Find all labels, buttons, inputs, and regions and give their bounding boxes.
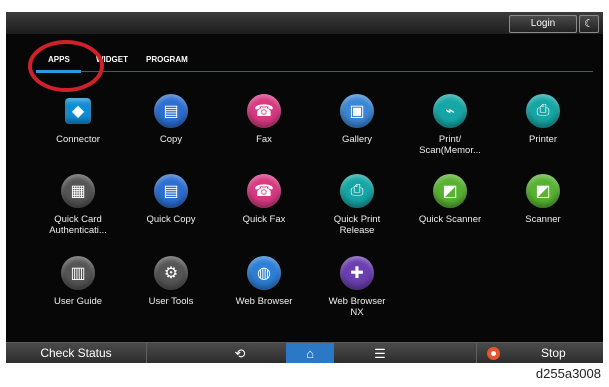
login-button[interactable]: Login	[509, 15, 577, 33]
app-label: Gallery	[341, 134, 373, 145]
app-tile[interactable]: ⌁ Print/ Scan(Memor...	[403, 94, 497, 164]
app-tile[interactable]: ▤ Copy	[124, 94, 218, 164]
app-tile[interactable]: ◆ Connector	[31, 94, 125, 164]
usb-icon: ⌁	[433, 94, 467, 128]
scanner-icon: ◩	[526, 174, 560, 208]
check-status-button[interactable]: Check Status	[6, 343, 147, 363]
app-label: Quick Scanner	[418, 214, 482, 225]
book-icon: ▥	[61, 256, 95, 290]
app-tile[interactable]: ⎙ Quick Print Release	[310, 174, 404, 244]
app-tile[interactable]: ▥ User Guide	[31, 256, 125, 326]
print-release-icon: ⎙	[340, 174, 374, 208]
stop-button[interactable]: Stop	[476, 343, 603, 363]
back-icon[interactable]: ⟲	[216, 343, 264, 363]
app-label: Connector	[56, 134, 100, 145]
highlight-circle	[28, 40, 104, 92]
operation-panel-screen: Login ☾ APPS WIDGET PROGRAM ◆ Connector ▤ C…	[6, 12, 603, 363]
gallery-icon: ▣	[340, 94, 374, 128]
app-tile[interactable]: ◍ Web Browser	[217, 256, 311, 326]
app-tile[interactable]: ▣ Gallery	[310, 94, 404, 164]
card-icon: ▦	[61, 174, 95, 208]
app-label: Print/ Scan(Memor...	[419, 134, 481, 156]
app-label: Fax	[256, 134, 272, 145]
app-label: Quick Print Release	[333, 214, 381, 236]
copy-icon: ▤	[154, 174, 188, 208]
globe-icon: ◍	[247, 256, 281, 290]
app-label: Web Browser	[235, 296, 293, 307]
puzzle-icon: ✚	[340, 256, 374, 290]
menu-icon[interactable]: ☰	[356, 343, 404, 363]
tab-divider	[81, 71, 593, 72]
stop-icon	[487, 347, 500, 360]
fax-icon: ☎	[247, 94, 281, 128]
app-tile[interactable]: ▤ Quick Copy	[124, 174, 218, 244]
copy-icon: ▤	[154, 94, 188, 128]
connector-icon: ◆	[65, 98, 91, 124]
app-label: Quick Fax	[242, 214, 286, 225]
app-label: Printer	[529, 134, 557, 145]
app-label: User Guide	[53, 296, 103, 307]
app-label: Web Browser NX	[328, 296, 386, 318]
app-tile[interactable]: ◩ Quick Scanner	[403, 174, 497, 244]
app-label: Quick Card Authenticati...	[49, 214, 107, 236]
gears-icon: ⚙	[154, 256, 188, 290]
app-label: Scanner	[525, 214, 561, 225]
printer-icon: ⎙	[526, 94, 560, 128]
app-tile[interactable]: ◩ Scanner	[496, 174, 590, 244]
scanner-icon: ◩	[433, 174, 467, 208]
top-bar: Login ☾	[6, 12, 603, 34]
app-tile[interactable]: ⎙ Printer	[496, 94, 590, 164]
tab-program[interactable]: PROGRAM	[146, 54, 188, 66]
app-tile[interactable]: ☎ Fax	[217, 94, 311, 164]
home-icon[interactable]: ⌂	[286, 343, 334, 363]
stop-label: Stop	[541, 346, 566, 360]
app-tile[interactable]: ⚙ User Tools	[124, 256, 218, 326]
app-label: User Tools	[148, 296, 194, 307]
app-tile[interactable]: ▦ Quick Card Authenticati...	[31, 174, 125, 244]
app-label: Copy	[159, 134, 183, 145]
app-tile[interactable]: ✚ Web Browser NX	[310, 256, 404, 326]
app-tile[interactable]: ☎ Quick Fax	[217, 174, 311, 244]
app-label: Quick Copy	[146, 214, 196, 225]
bottom-bar: Check Status ⟲ ⌂ ☰ Stop	[6, 342, 603, 363]
moon-icon[interactable]: ☾	[579, 15, 599, 33]
fax-icon: ☎	[247, 174, 281, 208]
figure-caption: d255a3008	[535, 366, 601, 381]
